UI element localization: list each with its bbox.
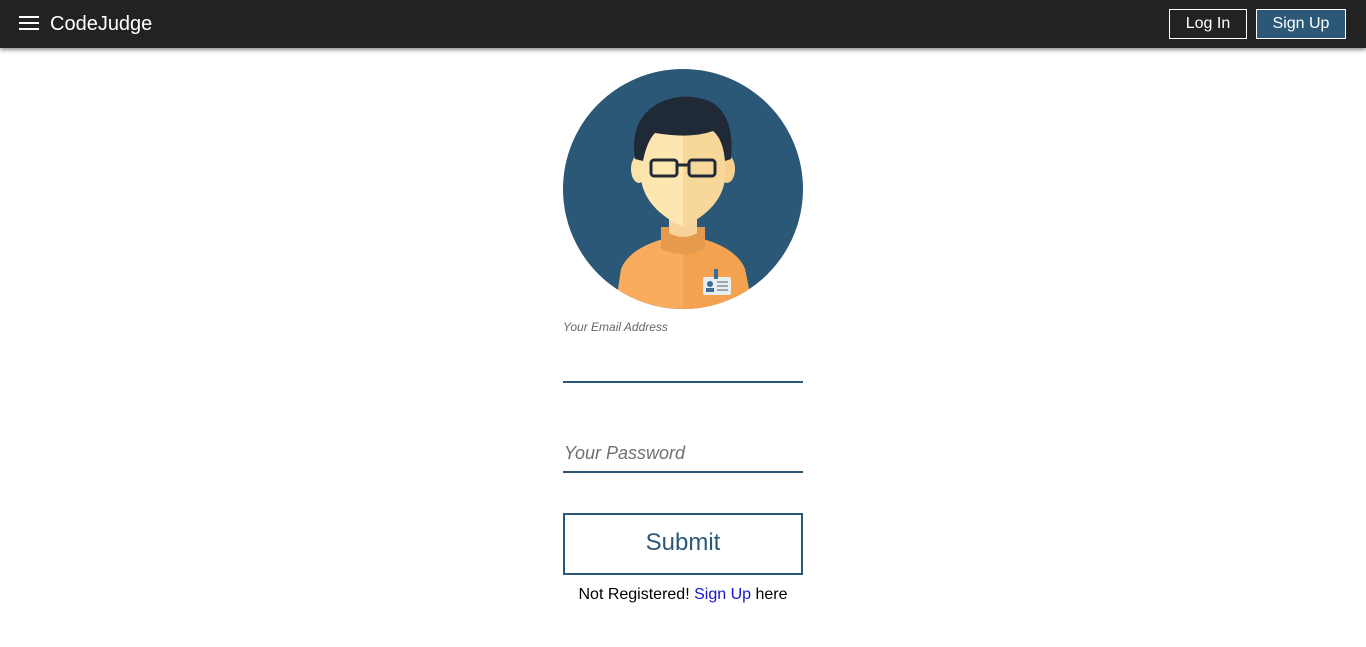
- signup-button[interactable]: Sign Up: [1256, 9, 1346, 39]
- hamburger-menu-icon[interactable]: [19, 14, 41, 32]
- register-prompt-suffix: here: [755, 586, 788, 603]
- user-avatar-icon: [563, 69, 803, 309]
- email-label: Your Email Address: [563, 320, 668, 334]
- top-navbar: CodeJudge Log In Sign Up: [0, 0, 1366, 48]
- register-prompt: Not Registered! Sign Up here: [563, 585, 803, 605]
- login-button[interactable]: Log In: [1169, 9, 1247, 39]
- submit-button[interactable]: Submit: [563, 513, 803, 575]
- signup-link[interactable]: Sign Up: [694, 586, 751, 603]
- brand-title[interactable]: CodeJudge: [50, 12, 152, 36]
- email-field[interactable]: [563, 346, 803, 383]
- register-prompt-text: Not Registered!: [578, 586, 690, 603]
- password-field[interactable]: [563, 436, 803, 473]
